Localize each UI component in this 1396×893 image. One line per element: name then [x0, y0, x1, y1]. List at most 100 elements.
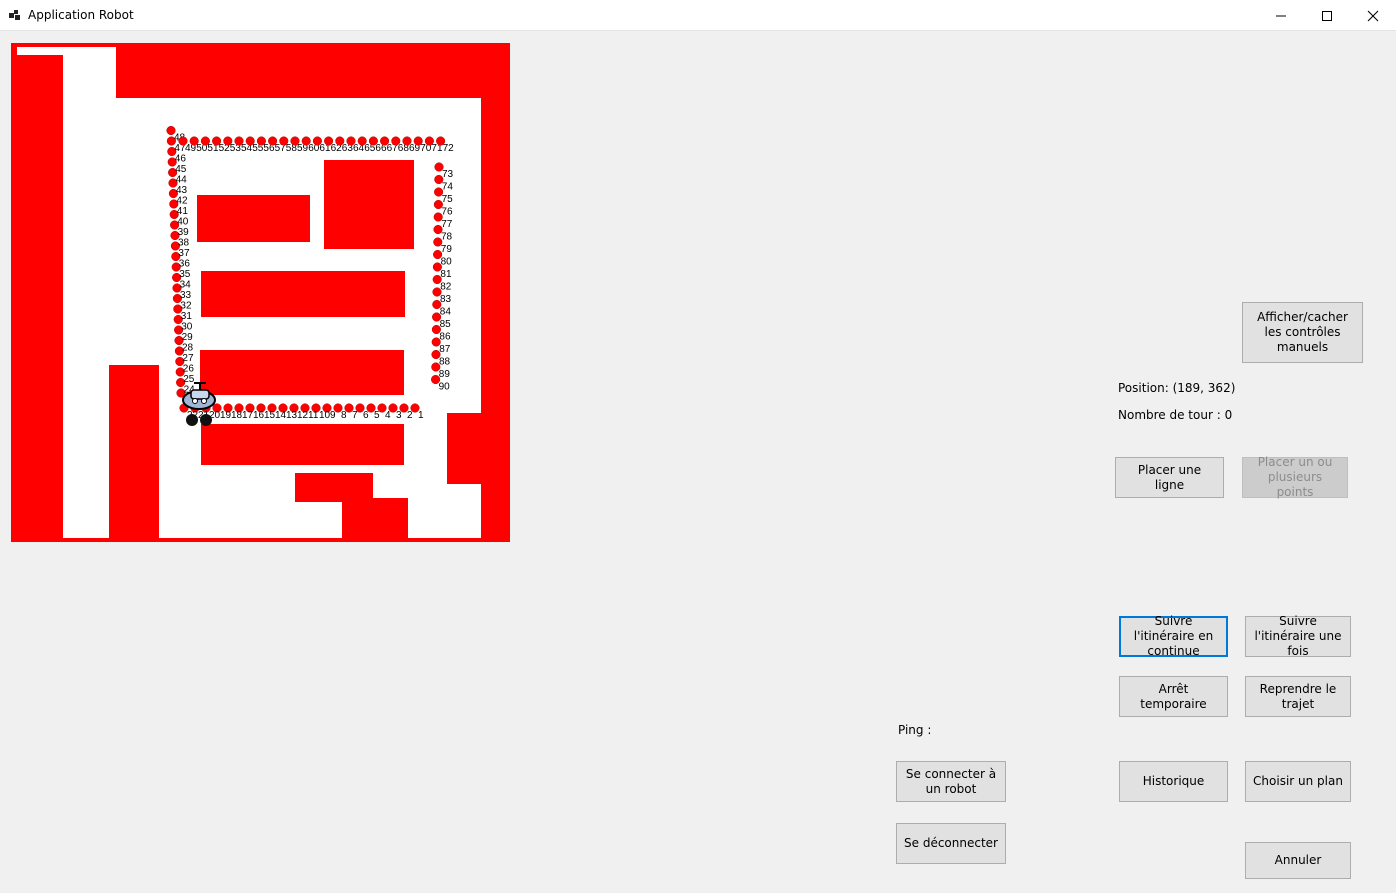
title-bar: Application Robot [0, 0, 1396, 31]
waypoint-label: 72 [443, 143, 455, 154]
map-wall [15, 55, 63, 542]
map-drawing: 1234567891011121314151617181920212223242… [11, 43, 510, 542]
waypoint-label: 28 [182, 343, 194, 354]
pause-button[interactable]: Arrêt temporaire [1119, 676, 1228, 717]
waypoint-label: 9 [330, 410, 336, 421]
connect-robot-button[interactable]: Se connecter à un robot [896, 761, 1006, 802]
map-wall [201, 271, 405, 317]
waypoint-label: 37 [178, 248, 190, 259]
waypoint-label: 83 [440, 294, 452, 305]
window-title: Application Robot [28, 8, 134, 22]
waypoint-label: 36 [179, 259, 191, 270]
minimize-icon [1276, 15, 1286, 17]
waypoint-label: 1 [418, 410, 424, 421]
place-points-button[interactable]: Placer un ou plusieurs points [1242, 455, 1348, 499]
place-line-button[interactable]: Placer une ligne [1115, 457, 1224, 498]
map-canvas[interactable]: 1234567891011121314151617181920212223242… [11, 43, 510, 542]
map-wall [11, 43, 510, 47]
map-wall [116, 47, 506, 98]
waypoint-label: 46 [175, 154, 187, 165]
waypoint-label: 19 [220, 410, 232, 421]
waypoint-label: 13 [286, 410, 298, 421]
waypoint-label: 7 [352, 410, 358, 421]
waypoint-label: 43 [176, 185, 188, 196]
waypoint-label: 32 [180, 301, 192, 312]
waypoint-label: 86 [439, 332, 451, 343]
toggle-manual-controls-button[interactable]: Afficher/cacher les contrôles manuels [1242, 302, 1363, 363]
waypoint-label: 16 [253, 410, 265, 421]
close-button[interactable] [1350, 0, 1396, 31]
waypoint-label: 3 [396, 410, 402, 421]
waypoint-label: 76 [441, 207, 453, 218]
waypoint-label: 2 [407, 410, 413, 421]
waypoint-label: 88 [439, 357, 451, 368]
waypoint-label: 40 [177, 217, 189, 228]
map-wall [201, 424, 404, 465]
map-wall [11, 43, 15, 542]
map-wall [481, 98, 506, 538]
minimize-button[interactable] [1258, 0, 1304, 31]
waypoint-label: 5 [374, 410, 380, 421]
follow-route-continuous-button[interactable]: Suivre l'itinéraire en continue [1119, 614, 1228, 658]
waypoint-label: 87 [439, 344, 451, 355]
waypoint-label: 11 [308, 410, 319, 421]
lap-count-label: Nombre de tour : 0 [1118, 408, 1233, 422]
history-button[interactable]: Historique [1119, 761, 1228, 802]
waypoint-label: 74 [442, 182, 454, 193]
waypoint-label: 78 [441, 232, 453, 243]
map-wall [324, 160, 414, 249]
waypoint-label: 77 [441, 219, 453, 230]
waypoint-label: 8 [341, 410, 347, 421]
waypoint-label: 14 [275, 410, 287, 421]
waypoint-label: 6 [363, 410, 369, 421]
waypoint-label: 12 [297, 410, 309, 421]
waypoint-label: 4 [385, 410, 391, 421]
waypoint-label: 26 [183, 364, 195, 375]
waypoint-label: 29 [182, 332, 194, 343]
waypoint-label: 81 [440, 269, 452, 280]
waypoint-label: 35 [179, 269, 191, 280]
waypoint-label: 34 [180, 280, 192, 291]
waypoint-label: 82 [440, 282, 452, 293]
waypoint-label: 79 [441, 244, 453, 255]
map-wall [342, 498, 408, 542]
waypoint-label: 33 [180, 290, 192, 301]
waypoint-label: 39 [178, 227, 190, 238]
map-wall [295, 473, 373, 502]
waypoint-label: 84 [440, 307, 452, 318]
waypoint-label: 31 [181, 311, 193, 322]
waypoint-label: 80 [441, 257, 453, 268]
waypoint-label: 85 [440, 319, 452, 330]
map-wall [197, 195, 310, 242]
position-label: Position: (189, 362) [1118, 381, 1236, 395]
map-wall [109, 365, 159, 542]
waypoint-label: 17 [242, 410, 254, 421]
disconnect-button[interactable]: Se déconnecter [896, 823, 1006, 864]
waypoint-label: 30 [181, 322, 193, 333]
maximize-button[interactable] [1304, 0, 1350, 31]
waypoint-label: 27 [182, 353, 194, 364]
follow-route-once-button[interactable]: Suivre l'itinéraire une fois [1245, 614, 1351, 658]
waypoint-label: 25 [183, 374, 195, 385]
maximize-icon [1322, 11, 1332, 21]
close-icon [1367, 10, 1379, 22]
waypoint-label: 45 [175, 164, 187, 175]
map-wall [11, 538, 510, 542]
waypoint-label: 44 [176, 175, 188, 186]
ping-label: Ping : [898, 723, 932, 737]
waypoint-label: 10 [319, 410, 331, 421]
waypoint-label: 41 [177, 206, 189, 217]
cancel-button[interactable]: Annuler [1245, 842, 1351, 879]
app-icon [9, 10, 20, 20]
waypoint-label: 75 [442, 194, 454, 205]
waypoint-label: 89 [439, 369, 451, 380]
map-wall [200, 350, 404, 395]
choose-plan-button[interactable]: Choisir un plan [1245, 761, 1351, 802]
waypoint-label: 42 [176, 196, 188, 207]
waypoint-label: 15 [264, 410, 276, 421]
waypoint-label: 18 [231, 410, 243, 421]
waypoint-label: 38 [178, 238, 190, 249]
waypoint-label: 73 [442, 169, 454, 180]
resume-button[interactable]: Reprendre le trajet [1245, 676, 1351, 717]
waypoint-label: 90 [439, 382, 451, 393]
